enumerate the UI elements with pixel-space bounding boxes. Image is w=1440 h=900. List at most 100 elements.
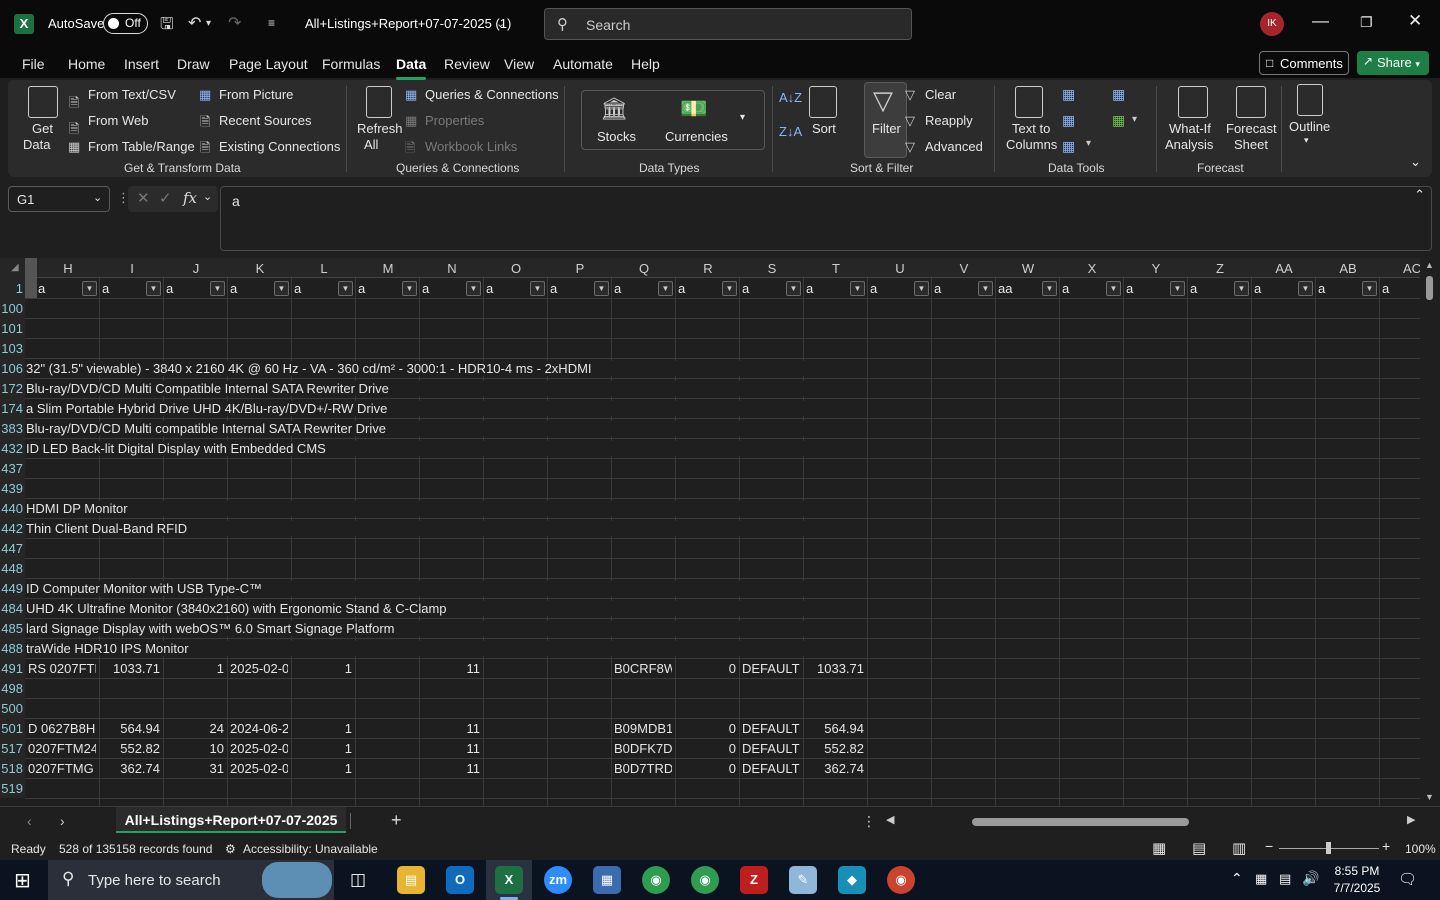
reapply-button[interactable]: Reapply	[925, 113, 973, 128]
column-header[interactable]: V	[932, 261, 996, 276]
cell-j[interactable]: 31	[166, 761, 224, 776]
cell-i[interactable]: 1033.71	[102, 661, 160, 676]
filter-dropdown-icon[interactable]: ▼	[338, 281, 353, 296]
outlook-icon[interactable]: O	[446, 866, 474, 894]
cell-k[interactable]: 2025-02-07	[230, 741, 288, 756]
chevron-down-icon[interactable]: ⌄	[496, 17, 505, 30]
row-header[interactable]: 448	[0, 558, 25, 578]
column-header[interactable]: L	[292, 261, 356, 276]
cell-h[interactable]: D 0627B8HG	[28, 721, 96, 736]
tab-page-layout[interactable]: Page Layout	[229, 56, 308, 72]
cell-q[interactable]: B09MDB1K	[614, 721, 672, 736]
cell-j[interactable]: 24	[166, 721, 224, 736]
collapse-ribbon-icon[interactable]: ⌄	[1410, 154, 1421, 170]
forecast-sheet-button[interactable]: Forecast	[1226, 121, 1277, 136]
clear-button[interactable]: Clear	[925, 87, 956, 102]
recent-sources-button[interactable]: Recent Sources	[219, 113, 312, 128]
cell-overflow-text[interactable]: Blu-ray/DVD/CD Multi compatible Internal…	[26, 421, 826, 436]
add-sheet-button[interactable]: +	[391, 810, 402, 831]
filter-dropdown-icon[interactable]: ▼	[466, 281, 481, 296]
row-header[interactable]: 498	[0, 678, 25, 698]
cell-h[interactable]: RS 0207FTF75	[28, 661, 96, 676]
filter-dropdown-icon[interactable]: ▼	[1298, 281, 1313, 296]
minimize-icon[interactable]: —	[1312, 11, 1329, 31]
chevron-down-icon[interactable]: ▾	[1086, 138, 1091, 149]
tray-chevron-icon[interactable]: ⌃	[1231, 870, 1243, 887]
row-header[interactable]: 485	[0, 618, 25, 638]
save-icon[interactable]: 🖫	[160, 13, 174, 40]
row-header[interactable]: 101	[0, 318, 25, 338]
consolidate-icon[interactable]: ▦	[1112, 86, 1125, 103]
column-header[interactable]: AB	[1316, 261, 1380, 276]
row-header[interactable]: 172	[0, 378, 25, 398]
insert-function-icon[interactable]: fx	[183, 189, 197, 207]
horizontal-scroll-thumb[interactable]	[972, 818, 1189, 826]
cell-overflow-text[interactable]: ID LED Back-lit Digital Display with Emb…	[26, 441, 826, 456]
stocks-button[interactable]: Stocks	[597, 129, 636, 144]
column-header[interactable]: U	[868, 261, 932, 276]
tab-data[interactable]: Data	[396, 56, 427, 80]
cell-n[interactable]: 11	[422, 661, 481, 676]
comments-button[interactable]: □ Comments	[1259, 51, 1349, 75]
sort-ascending-icon[interactable]: A↓Z	[779, 90, 802, 105]
cell-l[interactable]: 1	[294, 741, 352, 756]
row-header[interactable]: 103	[0, 338, 25, 358]
relationships-icon[interactable]: ▦	[1112, 112, 1125, 129]
cell-overflow-text[interactable]: ID Computer Monitor with USB Type-C™	[26, 581, 826, 596]
cell-t[interactable]: 1033.71	[806, 661, 864, 676]
notepad-icon[interactable]: ✎	[789, 866, 817, 894]
cell-i[interactable]: 362.74	[102, 761, 160, 776]
volume-icon[interactable]: 🔊	[1302, 870, 1319, 887]
tab-draw[interactable]: Draw	[177, 56, 210, 72]
filter-dropdown-icon[interactable]: ▼	[658, 281, 673, 296]
cell-j[interactable]: 1	[166, 661, 224, 676]
undo-icon[interactable]: ↶	[188, 13, 201, 33]
tab-review[interactable]: Review	[444, 56, 490, 72]
sort-button[interactable]: Sort	[812, 121, 836, 136]
currencies-button[interactable]: Currencies	[665, 129, 728, 144]
row-header[interactable]: 432	[0, 438, 25, 458]
column-header[interactable]: N	[420, 261, 484, 276]
avatar[interactable]: IK	[1260, 12, 1284, 36]
column-header[interactable]: Q	[612, 261, 676, 276]
select-all-corner[interactable]: ◢	[0, 258, 25, 278]
document-title[interactable]: All+Listings+Report+07-07-2025 (1)	[305, 16, 511, 31]
scroll-down-icon[interactable]: ▼	[1425, 792, 1434, 802]
more-sheets-icon[interactable]: ⋮	[862, 813, 876, 830]
app-diamond-icon[interactable]: ◆	[838, 866, 866, 894]
zoom-level[interactable]: 100%	[1405, 842, 1436, 856]
cell-i[interactable]: 552.82	[102, 741, 160, 756]
filter-dropdown-icon[interactable]: ▼	[146, 281, 161, 296]
remove-duplicates-icon[interactable]: ▦	[1062, 112, 1075, 129]
column-header[interactable]: H	[36, 261, 100, 276]
undo-dropdown-icon[interactable]: ▾	[206, 18, 211, 29]
filezilla-icon[interactable]: Z	[740, 866, 768, 894]
column-header[interactable]: I	[100, 261, 164, 276]
cell-h[interactable]: 0207FTMG	[28, 761, 96, 776]
cell-k[interactable]: 2024-06-27	[230, 721, 288, 736]
cell-r[interactable]: 0	[678, 741, 736, 756]
chrome-profile-icon[interactable]: ◉	[691, 866, 719, 894]
text-to-columns-button-line2[interactable]: Columns	[1006, 137, 1057, 152]
status-accessibility[interactable]: Accessibility: Unavailable	[243, 842, 378, 856]
cell-overflow-text[interactable]: Thin Client Dual-Band RFID	[26, 521, 826, 536]
what-if-analysis-button-line2[interactable]: Analysis	[1165, 137, 1213, 152]
cell-overflow-text[interactable]: UHD 4K Ultrafine Monitor (3840x2160) wit…	[26, 601, 826, 616]
vertical-scroll-thumb[interactable]	[1426, 276, 1433, 300]
file-explorer-icon[interactable]: ▤	[397, 866, 425, 894]
tab-home[interactable]: Home	[68, 56, 105, 72]
row-header[interactable]: 517	[0, 738, 25, 758]
name-box[interactable]: G1 ⌄	[8, 186, 110, 212]
next-sheet-icon[interactable]: ›	[60, 813, 65, 829]
refresh-all-button[interactable]: Refresh	[357, 121, 403, 136]
get-data-button[interactable]: Get	[32, 121, 53, 136]
filter-dropdown-icon[interactable]: ▼	[1106, 281, 1121, 296]
row-header[interactable]: 174	[0, 398, 25, 418]
from-text-csv-button[interactable]: From Text/CSV	[88, 87, 176, 102]
row-header[interactable]: 100	[0, 298, 25, 318]
cell-k[interactable]: 2025-02-07	[230, 761, 288, 776]
chevron-down-icon[interactable]: ▾	[1304, 135, 1309, 146]
chevron-down-icon[interactable]: ▾	[1132, 114, 1137, 125]
cell-n[interactable]: 11	[422, 761, 481, 776]
filter-dropdown-icon[interactable]: ▼	[594, 281, 609, 296]
